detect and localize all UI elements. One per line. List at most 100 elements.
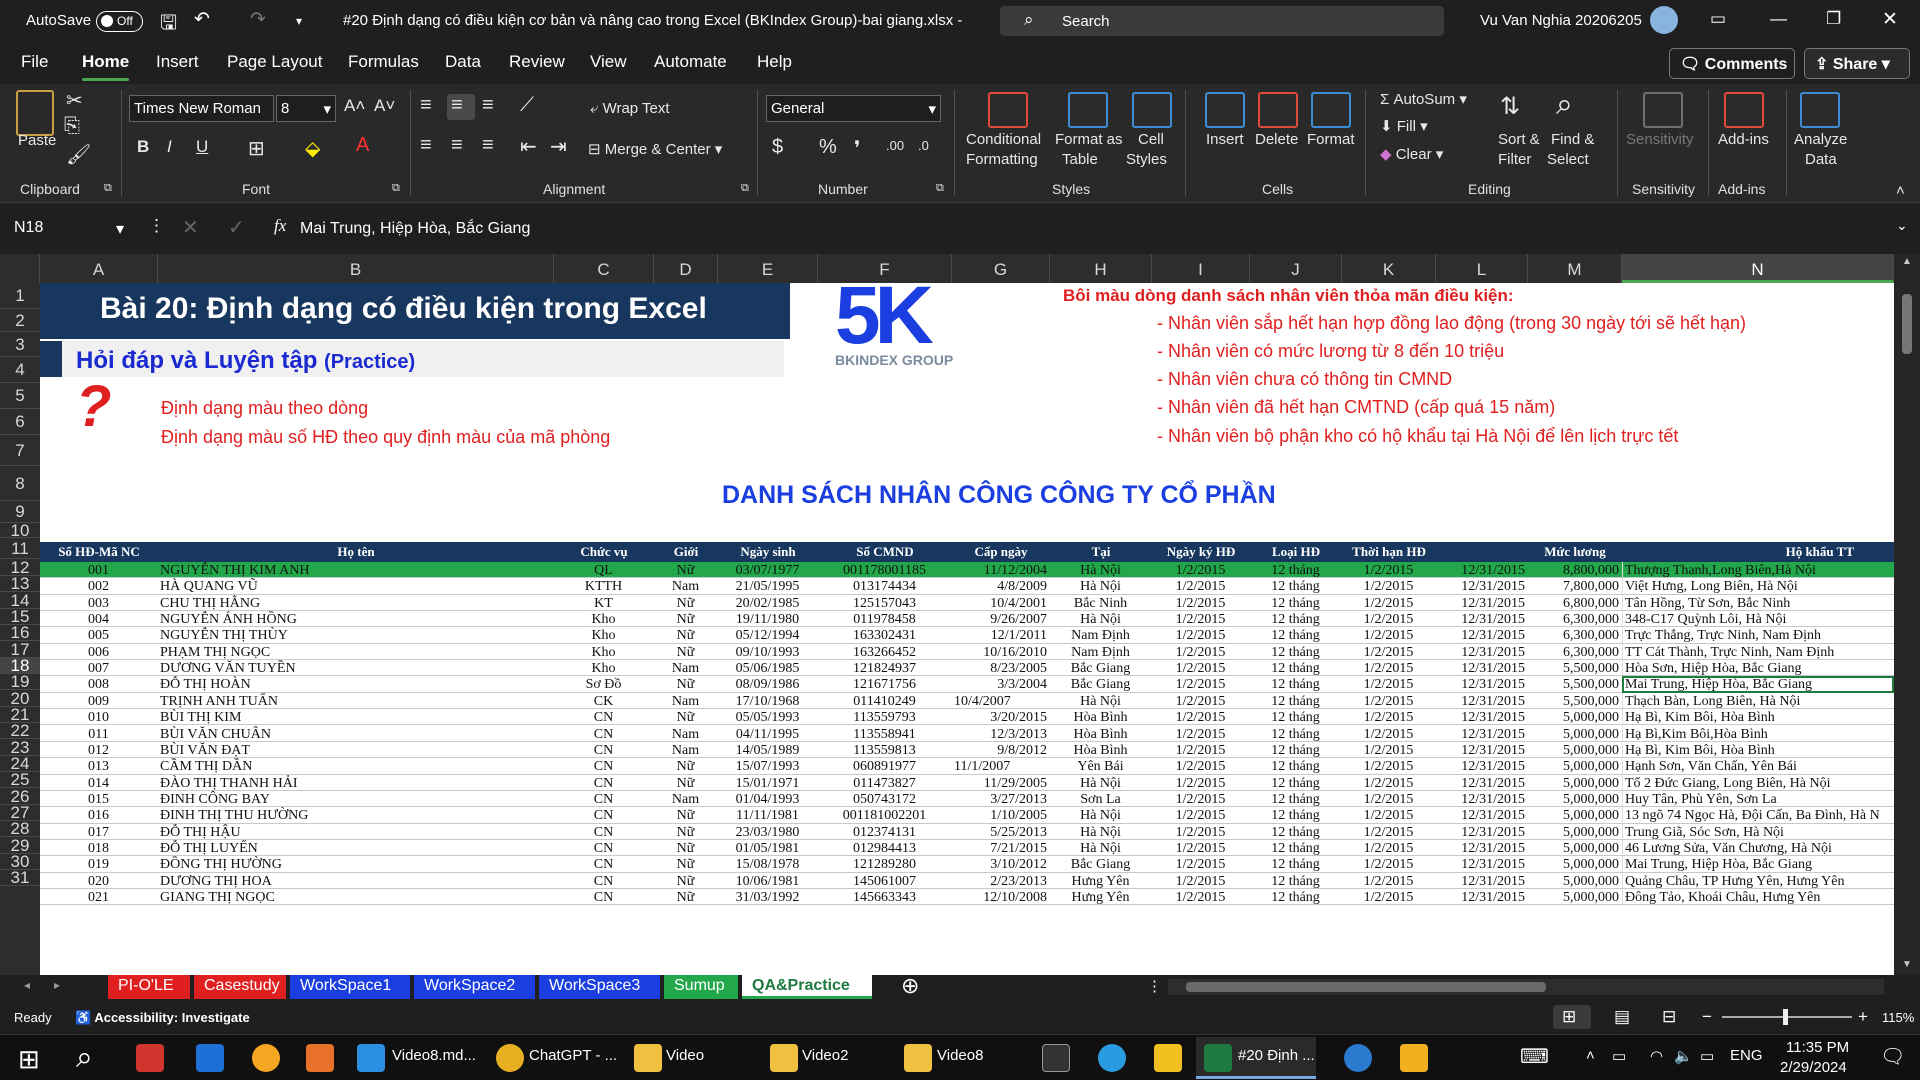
table-cell[interactable]: 01/04/1993 [718, 791, 818, 806]
table-cell[interactable]: 1/2/2015 [1152, 824, 1250, 839]
format-painter-icon[interactable]: 🖌 [66, 142, 91, 167]
table-cell[interactable]: Nữ [654, 595, 718, 610]
align-right-icon[interactable]: ≡ [482, 134, 494, 157]
table-row[interactable]: 007 DƯƠNG VĂN TUYỀN Kho Nam 05/06/1985 121824… [40, 660, 1894, 677]
table-cell[interactable]: 1/2/2015 [1152, 791, 1250, 806]
table-row[interactable]: 018 ĐỖ THỊ LUYẾN CN Nữ 01/05/1981 012984413 7/… [40, 839, 1894, 857]
app-icon-1[interactable] [136, 1044, 164, 1072]
folder-icon[interactable] [904, 1044, 932, 1072]
table-row[interactable]: 001 NGUYỄN THỊ KIM ANH QL Nữ 03/07/1977 00117… [40, 562, 1894, 579]
table-cell[interactable]: 1/2/2015 [1152, 775, 1250, 790]
clock-date[interactable]: 2/29/2024 [1780, 1059, 1847, 1076]
cell-styles-line2[interactable]: Styles [1126, 151, 1167, 168]
table-cell[interactable]: 12/31/2015 [1436, 775, 1528, 790]
underline-button[interactable]: U [196, 137, 208, 157]
table-cell[interactable]: 12 tháng [1250, 742, 1342, 757]
table-cell[interactable]: 6,300,000 [1528, 611, 1622, 626]
menu-file[interactable]: File [21, 52, 48, 72]
row-header-16[interactable]: 16 [0, 624, 40, 641]
battery-icon[interactable]: ▭ [1700, 1047, 1714, 1065]
table-cell[interactable]: Hà Nội [1050, 562, 1152, 577]
table-cell[interactable]: 1/2/2015 [1152, 693, 1250, 708]
autosave-toggle[interactable]: Off [96, 11, 143, 32]
table-cell[interactable]: 05/12/1994 [718, 627, 818, 642]
sheet-tab-sumup[interactable]: Sumup [664, 975, 738, 999]
table-cell[interactable]: 1/2/2015 [1152, 856, 1250, 871]
sensitivity-button[interactable]: Sensitivity [1626, 131, 1694, 148]
table-cell[interactable]: Mai Trung, Hiệp Hòa, Bắc Giang [1622, 856, 1894, 872]
table-cell[interactable]: 013 [40, 758, 158, 773]
table-cell[interactable]: 12 tháng [1250, 627, 1342, 642]
table-cell[interactable]: Hà Nội [1050, 775, 1152, 790]
table-cell[interactable]: 011 [40, 726, 158, 741]
table-cell[interactable]: 12 tháng [1250, 775, 1342, 790]
table-cell[interactable]: 5,000,000 [1528, 856, 1622, 871]
table-cell[interactable]: 1/2/2015 [1342, 824, 1436, 839]
table-cell[interactable]: 1/2/2015 [1152, 595, 1250, 610]
table-cell[interactable]: 05/05/1993 [718, 709, 818, 724]
row-header-4[interactable]: 4 [0, 357, 40, 383]
column-header-i[interactable]: I [1152, 254, 1250, 283]
clear-button[interactable]: ◆ Clear ▾ [1380, 145, 1443, 163]
table-cell[interactable]: 1/2/2015 [1152, 627, 1250, 642]
table-cell[interactable]: DƯƠNG VĂN TUYỀN [158, 660, 554, 675]
share-button[interactable]: ⇪ Share ▾ [1804, 48, 1910, 79]
format-as-table-line2[interactable]: Table [1062, 151, 1098, 168]
table-cell[interactable]: 007 [40, 660, 158, 675]
table-cell[interactable]: 1/2/2015 [1342, 758, 1436, 773]
table-cell[interactable]: 009 [40, 693, 158, 708]
table-cell[interactable]: 12 tháng [1250, 676, 1342, 691]
menu-page-layout[interactable]: Page Layout [227, 52, 322, 72]
table-cell[interactable]: 5/25/2013 [952, 824, 1050, 839]
table-cell[interactable]: Nam [654, 660, 718, 675]
maximize-icon[interactable]: ❐ [1826, 9, 1841, 29]
table-cell[interactable]: 1/2/2015 [1342, 627, 1436, 642]
table-cell[interactable]: Huy Tân, Phù Yên, Sơn La [1622, 790, 1894, 807]
table-cell[interactable]: 11/29/2005 [952, 775, 1050, 790]
row-header-28[interactable]: 28 [0, 820, 40, 837]
table-cell[interactable]: Nữ [654, 856, 718, 871]
table-cell[interactable]: 1/2/2015 [1342, 840, 1436, 855]
table-cell[interactable]: 1/2/2015 [1342, 660, 1436, 675]
wrap-text-button[interactable]: ⤶ Wrap Text [590, 100, 670, 117]
app-icon-7[interactable] [1344, 1044, 1372, 1072]
row-header-2[interactable]: 2 [0, 309, 40, 332]
table-cell[interactable]: BÙI VĂN CHUÂN [158, 726, 554, 741]
taskbar-item-video2[interactable]: Video2 [802, 1047, 848, 1064]
table-cell[interactable]: 1/2/2015 [1152, 562, 1250, 577]
table-cell[interactable]: 001181002201 [818, 807, 952, 822]
save-icon[interactable]: 🖫 [160, 8, 177, 42]
table-cell[interactable]: CẦM THỊ DẦN [158, 758, 554, 773]
table-cell[interactable]: 004 [40, 611, 158, 626]
column-header-m[interactable]: M [1528, 254, 1622, 283]
name-box[interactable]: N18 ▾ [8, 214, 128, 244]
table-cell[interactable]: Nữ [654, 611, 718, 626]
table-cell[interactable]: ĐINH CÔNG BAY [158, 791, 554, 806]
table-cell[interactable]: 20/02/1985 [718, 595, 818, 610]
table-cell[interactable]: Hà Nội [1050, 693, 1152, 708]
taskbar-item-chrome[interactable]: ChatGPT - ... [529, 1047, 617, 1064]
comments-button[interactable]: 🗨 Comments [1669, 48, 1795, 79]
table-cell[interactable]: Nữ [654, 758, 718, 773]
table-cell[interactable]: Bắc Giang [1050, 660, 1152, 675]
delete-cells-button[interactable]: Delete [1255, 131, 1298, 148]
table-cell[interactable]: Trung Giã, Sóc Sơn, Hà Nội [1622, 823, 1894, 839]
table-cell[interactable]: 006 [40, 644, 158, 659]
taskbar-search-icon[interactable]: ⌕ [76, 1041, 93, 1075]
table-cell[interactable]: 12 tháng [1250, 758, 1342, 773]
table-cell[interactable]: 1/2/2015 [1342, 791, 1436, 806]
table-cell[interactable]: Nam [654, 693, 718, 708]
wifi-icon[interactable]: ◠ [1650, 1047, 1663, 1065]
page-break-view-icon[interactable]: ⊟ [1662, 1007, 1676, 1027]
table-cell[interactable]: BÙI THỊ KIM [158, 709, 554, 724]
windows-start-icon[interactable]: ⊞ [18, 1044, 40, 1075]
table-cell[interactable]: 021 [40, 889, 158, 904]
table-cell[interactable]: 1/2/2015 [1152, 742, 1250, 757]
table-cell[interactable]: 145663343 [818, 889, 952, 904]
vertical-scrollbar[interactable]: ▲ ▼ [1894, 254, 1920, 975]
table-row[interactable]: 003 CHU THỊ HẰNG KT Nữ 20/02/1985 125157043 10… [40, 594, 1894, 612]
table-cell[interactable]: 12 tháng [1250, 660, 1342, 675]
table-cell[interactable]: 012 [40, 742, 158, 757]
table-cell[interactable]: 121824937 [818, 660, 952, 675]
table-cell[interactable]: 1/2/2015 [1342, 873, 1436, 888]
